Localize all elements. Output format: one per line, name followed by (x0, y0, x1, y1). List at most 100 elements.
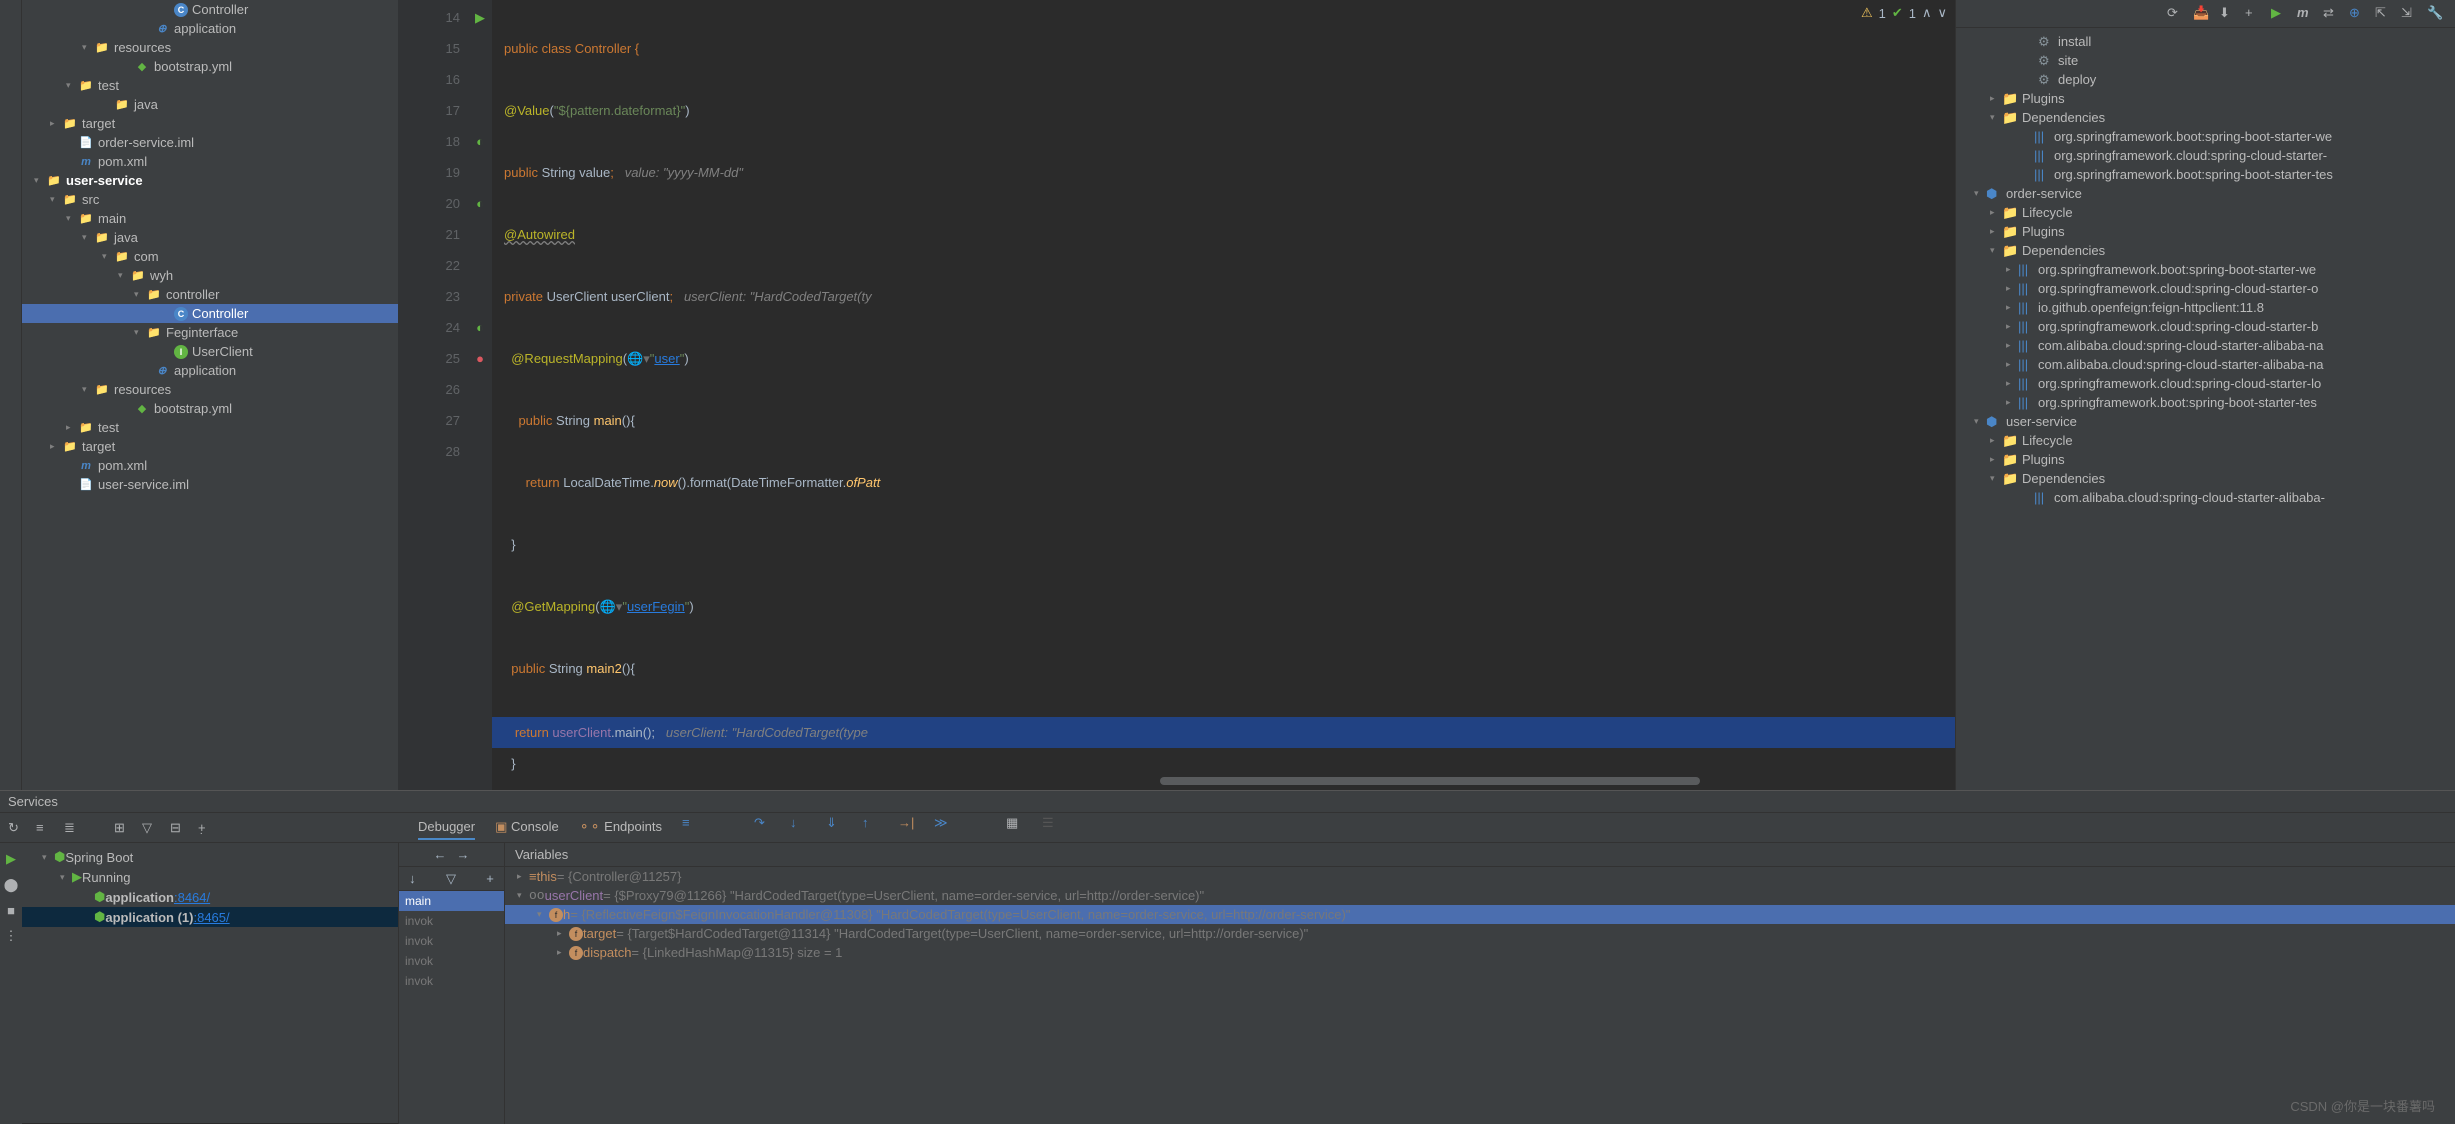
tree-icon[interactable]: ⊟ (170, 820, 186, 836)
add-icon[interactable]: + (486, 871, 494, 886)
tree-item[interactable]: mpom.xml (22, 456, 398, 475)
frame-item[interactable]: main (399, 891, 504, 911)
maven-item[interactable]: |||org.springframework.cloud:spring-clou… (1956, 146, 2455, 165)
maven-item[interactable]: ▸|||org.springframework.boot:spring-boot… (1956, 393, 2455, 412)
rerun-icon[interactable]: ↻ (8, 820, 24, 836)
tree-item[interactable]: ▾📁com (22, 247, 398, 266)
variable-row[interactable]: ▾ oo userClient = {$Proxy79@11266} "Hard… (505, 886, 2455, 905)
tree-item[interactable]: ▾📁main (22, 209, 398, 228)
tree-item[interactable]: ▸📁test (22, 418, 398, 437)
grid-icon[interactable]: ⊞ (114, 820, 130, 836)
tab-endpoints[interactable]: ⚬⚬ Endpoints (579, 815, 662, 840)
debug-icon[interactable]: ⬤ (4, 877, 19, 893)
tab-debugger[interactable]: Debugger (418, 815, 475, 840)
more-icon[interactable]: ⋮ (5, 928, 18, 944)
wrench-icon[interactable]: 🔧 (2427, 5, 2445, 23)
maven-item[interactable]: ▸|||io.github.openfeign:feign-httpclient… (1956, 298, 2455, 317)
tree-item[interactable]: IUserClient (22, 342, 398, 361)
prev-frame-icon[interactable]: ← (434, 847, 447, 862)
toggle-icon[interactable]: ⇄ (2323, 5, 2341, 23)
maven-item[interactable]: ▾⬢user-service (1956, 412, 2455, 431)
step-over-icon[interactable]: ↷ (754, 815, 770, 831)
add-config-icon[interactable]: +̣ (198, 820, 214, 836)
tree-item[interactable]: ▾📁Feginterface (22, 323, 398, 342)
variable-row[interactable]: ▾ f h = {ReflectiveFeign$FeignInvocation… (505, 905, 2455, 924)
inspections-widget[interactable]: ⚠1 ✔1 ∧ ∨ (1861, 5, 1947, 21)
tree-item[interactable]: mpom.xml (22, 152, 398, 171)
maven-item[interactable]: ⚙site (1956, 51, 2455, 70)
maven-item[interactable]: ▸|||org.springframework.cloud:spring-clo… (1956, 374, 2455, 393)
settings-icon[interactable]: ☰ (1042, 815, 1058, 831)
maven-item[interactable]: ▸|||org.springframework.boot:spring-boot… (1956, 260, 2455, 279)
frames-panel[interactable]: ←→ ↓▽+ maininvokinvokinvokinvok (398, 843, 504, 1124)
tab-console[interactable]: ▣ Console (495, 815, 559, 840)
maven-item[interactable]: ⚙install (1956, 32, 2455, 51)
frame-item[interactable]: invok (399, 911, 504, 931)
maven-item[interactable]: ▾📁Dependencies (1956, 469, 2455, 488)
horizontal-scrollbar[interactable] (1160, 777, 1700, 785)
tree-item[interactable]: 📄user-service.iml (22, 475, 398, 494)
gutter-icons[interactable]: ▶ ◐ ◐ ◐ ● (468, 0, 492, 790)
globe-icon[interactable]: 🌐▾ (600, 599, 623, 614)
filter-icon[interactable]: ▽ (142, 820, 158, 836)
force-step-icon[interactable]: ⇓ (826, 815, 842, 831)
tree-item[interactable]: ▾📁controller (22, 285, 398, 304)
tree-item[interactable]: 📄order-service.iml (22, 133, 398, 152)
tree-item[interactable]: ◆bootstrap.yml (22, 57, 398, 76)
run-dashboard[interactable]: ▾ ⬢ Spring Boot ▾ ▶ Running ⬢ applicatio… (22, 843, 398, 1124)
maven-item[interactable]: ▾⬢order-service (1956, 184, 2455, 203)
tree-item[interactable]: ▾📁src (22, 190, 398, 209)
prev-icon[interactable]: ∧ (1922, 5, 1932, 21)
step-icon[interactable]: ≣ (64, 820, 80, 836)
down-icon[interactable]: ↓ (409, 871, 416, 886)
tree-item[interactable]: ⊕application (22, 19, 398, 38)
maven-item[interactable]: ▸📁Lifecycle (1956, 431, 2455, 450)
maven-item[interactable]: |||org.springframework.boot:spring-boot-… (1956, 127, 2455, 146)
tree-item[interactable]: ▾📁resources (22, 38, 398, 57)
nav-icon[interactable]: ◐ (476, 134, 484, 149)
step-into-icon[interactable]: ↓ (790, 815, 806, 831)
nav-icon[interactable]: ◐ (476, 320, 484, 335)
globe-icon[interactable]: ⊕ (2349, 5, 2367, 23)
run-to-icon[interactable]: →| (898, 815, 914, 831)
maven-item[interactable]: ▸📁Plugins (1956, 89, 2455, 108)
frame-item[interactable]: invok (399, 951, 504, 971)
maven-item[interactable]: ▾📁Dependencies (1956, 241, 2455, 260)
table-icon[interactable]: ▦ (1006, 815, 1022, 831)
next-frame-icon[interactable]: → (457, 847, 470, 862)
tree-item[interactable]: ▾📁test (22, 76, 398, 95)
frame-item[interactable]: invok (399, 931, 504, 951)
generate-icon[interactable]: 📥 (2193, 5, 2211, 23)
next-icon[interactable]: ∨ (1937, 5, 1947, 21)
variable-row[interactable]: ▸ f dispatch = {LinkedHashMap@11315} siz… (505, 943, 2455, 962)
tree-item[interactable]: ▾📁user-service (22, 171, 398, 190)
evaluate-icon[interactable]: ≫ (934, 815, 950, 831)
variables-panel[interactable]: Variables ▸ ≡ this = {Controller@11257}▾… (504, 843, 2455, 1124)
run-icon[interactable]: ▶ (475, 10, 485, 26)
add-icon[interactable]: + (2245, 5, 2263, 23)
step-out-icon[interactable]: ↑ (862, 815, 878, 831)
tree-item[interactable]: ▾📁wyh (22, 266, 398, 285)
filter-icon[interactable]: ▽ (446, 871, 456, 887)
tree-item[interactable]: ▾📁java (22, 228, 398, 247)
tree-item[interactable]: CController (22, 0, 398, 19)
maven-item[interactable]: ▸|||org.springframework.cloud:spring-clo… (1956, 317, 2455, 336)
globe-icon[interactable]: 🌐▾ (627, 351, 650, 366)
breakpoint-icon[interactable]: ● (476, 351, 484, 366)
tree-item[interactable]: ▾📁resources (22, 380, 398, 399)
maven-panel[interactable]: ⟳ 📥 ⬇ + ▶ m ⇄ ⊕ ⇱ ⇲ 🔧 ⚙install⚙site⚙depl… (1955, 0, 2455, 790)
frame-item[interactable]: invok (399, 971, 504, 991)
maven-item[interactable]: |||com.alibaba.cloud:spring-cloud-starte… (1956, 488, 2455, 507)
maven-item[interactable]: |||org.springframework.boot:spring-boot-… (1956, 165, 2455, 184)
expand-icon[interactable]: ⇲ (2401, 5, 2419, 23)
maven-item[interactable]: ▸📁Lifecycle (1956, 203, 2455, 222)
run-icon[interactable]: ▶ (6, 851, 16, 867)
maven-item[interactable]: ▸📁Plugins (1956, 222, 2455, 241)
m-icon[interactable]: m (2297, 5, 2315, 23)
editor[interactable]: ⚠1 ✔1 ∧ ∨ 141516171819202122232425262728… (398, 0, 1955, 790)
tree-item[interactable]: CController (22, 304, 398, 323)
download-icon[interactable]: ⬇ (2219, 5, 2237, 23)
tree-item[interactable]: 📁java (22, 95, 398, 114)
maven-item[interactable]: ▾📁Dependencies (1956, 108, 2455, 127)
maven-item[interactable]: ▸|||org.springframework.cloud:spring-clo… (1956, 279, 2455, 298)
